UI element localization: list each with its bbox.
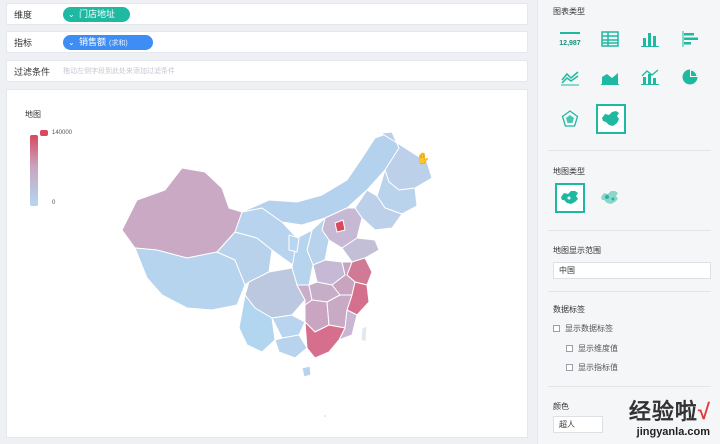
- combo-chart-icon[interactable]: [636, 63, 664, 91]
- map-range-select[interactable]: 中国: [553, 262, 711, 279]
- filter-label: 过滤条件: [14, 67, 51, 77]
- bubble-map-icon[interactable]: [595, 183, 625, 213]
- metric-label: 指标: [14, 38, 33, 48]
- bar-chart-icon[interactable]: [676, 25, 704, 53]
- number-card-text: 12,987: [559, 40, 581, 47]
- watermark-check: √: [697, 399, 710, 424]
- checkbox-box[interactable]: [566, 345, 573, 352]
- divider: [548, 291, 711, 292]
- table-icon[interactable]: [596, 25, 624, 53]
- region-guangxi: [274, 334, 308, 359]
- data-label-title: 数据标签: [553, 305, 585, 314]
- watermark: 经验啦√ jingyanla.com: [629, 394, 710, 438]
- show-data-label-text: 显示数据标签: [565, 324, 613, 333]
- region-hainan: [301, 365, 312, 378]
- hand-cursor-icon: ✋: [416, 153, 430, 165]
- color-title: 颜色: [553, 402, 569, 411]
- show-dimension-checkbox[interactable]: 显示维度值: [566, 343, 618, 354]
- metric-chip-label: 销售额: [79, 37, 107, 47]
- dimension-row[interactable]: 维度 ⌄ 门店地址: [6, 3, 528, 25]
- region-ningxia: [288, 234, 300, 253]
- metric-row[interactable]: 指标 ⌄ 销售额 (求和): [6, 31, 528, 53]
- chart-canvas[interactable]: 地图 140000 0 ✋: [6, 89, 528, 438]
- color-select[interactable]: 超人: [553, 416, 603, 433]
- chevron-down-icon[interactable]: ⌄: [68, 35, 75, 50]
- region-guangdong: [304, 321, 346, 359]
- editor-area: 维度 ⌄ 门店地址 指标 ⌄ 销售额 (求和) 过滤条件 拖动左侧字段到此处来添加…: [0, 0, 537, 444]
- filter-drop-zone[interactable]: 拖动左侧字段到此处来添加过滤条件: [63, 66, 175, 76]
- metric-chip-suffix: (求和): [109, 40, 128, 47]
- watermark-url: jingyanla.com: [636, 426, 710, 438]
- divider: [548, 386, 711, 387]
- south-china-sea-dot: [324, 415, 326, 417]
- map-type-title: 地图类型: [553, 167, 585, 176]
- region-taiwan: [360, 325, 368, 343]
- number-card-icon[interactable]: 12,987: [556, 25, 584, 53]
- filled-map-icon[interactable]: [555, 183, 585, 213]
- divider: [548, 230, 711, 231]
- show-metric-checkbox[interactable]: 显示指标值: [566, 362, 618, 373]
- radar-chart-icon[interactable]: [556, 105, 584, 133]
- chevron-down-icon[interactable]: ⌄: [68, 7, 75, 22]
- china-map[interactable]: [7, 90, 527, 437]
- column-chart-icon[interactable]: [636, 25, 664, 53]
- settings-panel: 图表类型 12,987 地图类型 地图显示范围 中国 数据标签 显示数据标签 显…: [537, 0, 720, 444]
- checkbox-box[interactable]: [566, 364, 573, 371]
- map-chart-icon[interactable]: [596, 104, 626, 134]
- dimension-chip[interactable]: ⌄ 门店地址: [63, 7, 130, 22]
- show-dimension-text: 显示维度值: [578, 344, 618, 353]
- checkbox-box[interactable]: [553, 325, 560, 332]
- dimension-chip-label: 门店地址: [79, 9, 116, 19]
- line-chart-icon[interactable]: [556, 63, 584, 91]
- filter-row[interactable]: 过滤条件 拖动左侧字段到此处来添加过滤条件: [6, 60, 528, 82]
- show-data-label-checkbox[interactable]: 显示数据标签: [553, 323, 613, 334]
- show-metric-text: 显示指标值: [578, 363, 618, 372]
- pie-chart-icon[interactable]: [676, 63, 704, 91]
- area-chart-icon[interactable]: [596, 63, 624, 91]
- metric-chip[interactable]: ⌄ 销售额 (求和): [63, 35, 153, 50]
- watermark-text: 经验啦: [628, 399, 698, 424]
- divider: [548, 150, 711, 151]
- map-range-title: 地图显示范围: [553, 246, 601, 255]
- region-guizhou: [271, 314, 306, 339]
- dimension-label: 维度: [14, 10, 33, 20]
- chart-type-title: 图表类型: [553, 7, 585, 16]
